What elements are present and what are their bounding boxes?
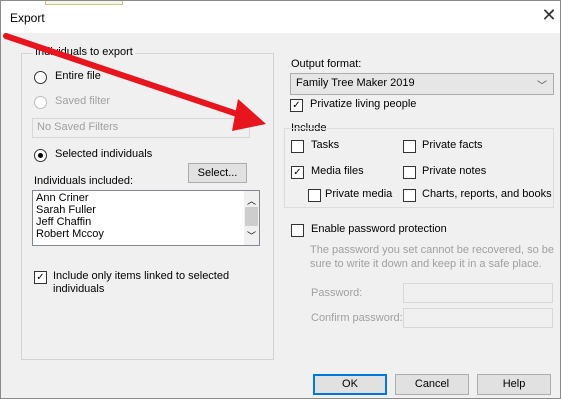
annotation-arrow [3,33,266,131]
arrow-shaft [3,33,249,120]
arrow-head [232,99,266,131]
